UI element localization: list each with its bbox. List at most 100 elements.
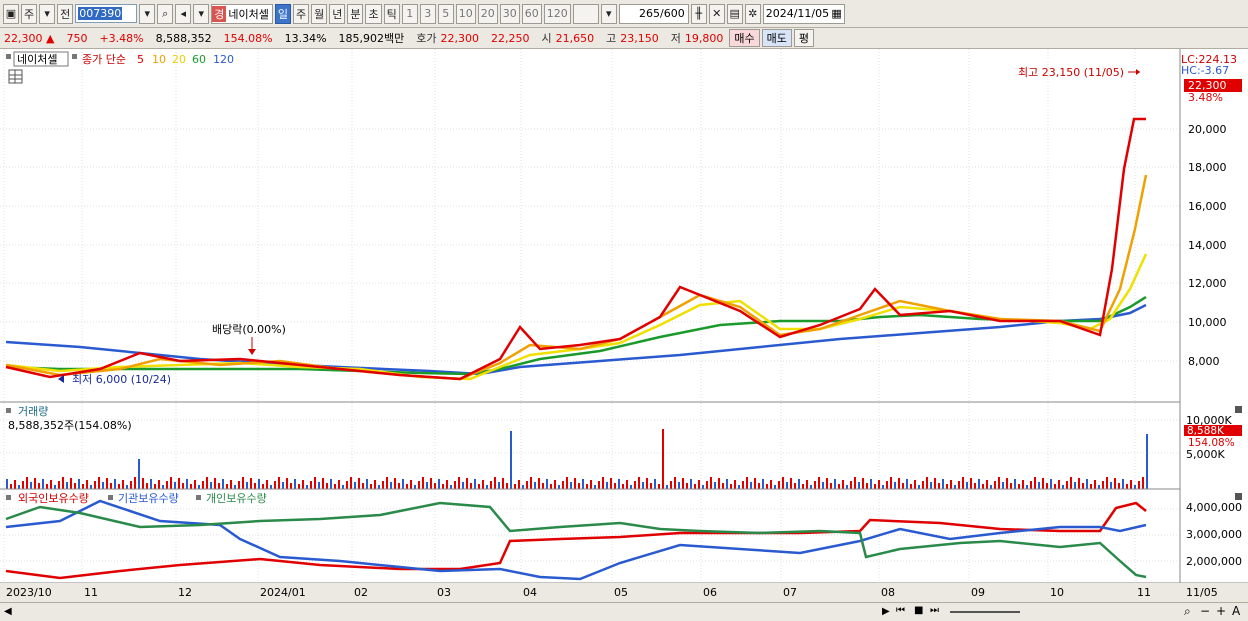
- volume-bar: [942, 479, 944, 489]
- eval-button[interactable]: 평: [793, 29, 815, 47]
- volume-bar: [30, 482, 32, 489]
- volume-bar: [138, 459, 140, 489]
- volume-bar: [206, 477, 208, 489]
- period-second[interactable]: 초: [365, 3, 382, 24]
- interval-1[interactable]: 1: [401, 3, 418, 24]
- volume-bar: [1086, 479, 1088, 489]
- zoom-in-icon[interactable]: +: [1216, 604, 1226, 618]
- volume-bar: [490, 481, 492, 489]
- interval-60[interactable]: 60: [521, 3, 542, 24]
- stock-name-box[interactable]: 경 네이처셀: [211, 3, 273, 24]
- interval-dropdown-icon[interactable]: ▾: [600, 3, 617, 24]
- scroll-right-icon[interactable]: ▶: [882, 606, 890, 617]
- interval-3[interactable]: 3: [419, 3, 436, 24]
- period-month[interactable]: 월: [311, 3, 328, 24]
- volume-bar: [530, 477, 532, 489]
- volume-bar: [110, 483, 112, 489]
- font-size-icon[interactable]: A: [1232, 604, 1240, 618]
- count-value: 265: [639, 7, 661, 20]
- volume-bar: [126, 485, 128, 489]
- period-year[interactable]: 년: [329, 3, 346, 24]
- volume-bar: [994, 481, 996, 489]
- volume-bar: [630, 485, 632, 489]
- stop-icon[interactable]: ■: [914, 605, 923, 616]
- tools-icon[interactable]: ✕: [708, 3, 725, 24]
- count-field[interactable]: 265/600: [618, 3, 689, 24]
- save-icon[interactable]: ▤: [726, 3, 743, 24]
- price-tick: 18,000: [1188, 161, 1227, 174]
- interval-30[interactable]: 30: [499, 3, 520, 24]
- change: 750: [66, 31, 88, 45]
- type-select[interactable]: 주: [21, 3, 38, 24]
- volume-bar: [1118, 483, 1120, 489]
- period-day[interactable]: 일: [274, 3, 291, 24]
- prev-button[interactable]: 전: [57, 3, 74, 24]
- gear-icon[interactable]: ✲: [744, 3, 761, 24]
- volume-bar: [1042, 478, 1044, 489]
- volume-bar: [402, 479, 404, 489]
- type-dropdown-icon[interactable]: ▾: [39, 3, 56, 24]
- sell-button[interactable]: 매도: [761, 29, 792, 47]
- volume-bar: [654, 479, 656, 489]
- close-panel-icon[interactable]: [1235, 406, 1242, 413]
- volume-bar: [658, 484, 660, 489]
- volume-bar: [278, 477, 280, 489]
- interval-20[interactable]: 20: [477, 3, 498, 24]
- zoom-out-icon[interactable]: −: [1200, 604, 1210, 618]
- volume-bar: [674, 477, 676, 489]
- volume-bar: [978, 479, 980, 489]
- volume-bar: [782, 477, 784, 489]
- scroll-left-icon[interactable]: ◀: [4, 606, 12, 617]
- window-menu-icon[interactable]: ▣: [3, 3, 19, 24]
- up-arrow-icon: ▲: [46, 31, 55, 45]
- open-price: 21,650: [555, 31, 595, 45]
- chart-area[interactable]: 네이처셀 종가 단순 5 10 20 60 120 최고 23,150 (11/…: [0, 49, 1248, 602]
- volume-bar: [106, 478, 108, 489]
- current-price: 22,300 ▲: [4, 31, 55, 45]
- interval-custom-input[interactable]: [572, 3, 599, 24]
- candle-icon[interactable]: ╫: [690, 3, 707, 24]
- x-axis-label: 11: [1137, 586, 1151, 599]
- code-dropdown-icon[interactable]: ▾: [139, 3, 156, 24]
- stock-code-input[interactable]: 007390: [75, 4, 138, 23]
- period-week[interactable]: 주: [292, 3, 310, 24]
- volume-bar: [986, 480, 988, 489]
- zoom-slider[interactable]: [950, 611, 1020, 613]
- speaker-dropdown-icon[interactable]: ▾: [193, 3, 210, 24]
- speaker-icon[interactable]: ◂: [175, 3, 192, 24]
- calendar-icon[interactable]: ▦: [831, 7, 841, 20]
- volume-bar: [814, 481, 816, 489]
- volume-value: 8,588,352주(154.08%): [8, 419, 132, 432]
- volume-bar: [1006, 478, 1008, 489]
- period-minute[interactable]: 분: [347, 3, 364, 24]
- volume-bar: [826, 478, 828, 489]
- period-tick[interactable]: 틱: [383, 3, 400, 24]
- volume-bar: [1146, 434, 1148, 489]
- zoom-icon[interactable]: ⌕: [1184, 604, 1191, 619]
- interval-5[interactable]: 5: [437, 3, 454, 24]
- interval-120[interactable]: 120: [543, 3, 571, 24]
- prev-page-icon[interactable]: ⏮: [896, 605, 905, 616]
- volume-bar: [542, 483, 544, 489]
- chart-svg[interactable]: 네이처셀 종가 단순 5 10 20 60 120 최고 23,150 (11/…: [0, 49, 1248, 602]
- volume-bar: [130, 481, 132, 489]
- search-icon[interactable]: ⌕: [157, 3, 174, 24]
- volume-bar: [218, 483, 220, 489]
- volume-bar: [38, 483, 40, 489]
- buy-button[interactable]: 매수: [729, 29, 760, 47]
- volume-last-tag-text: 8,588K: [1187, 425, 1225, 437]
- volume-bar: [474, 479, 476, 489]
- stock-name: 네이처셀: [228, 7, 269, 21]
- chart-scrollbar[interactable]: ◀ ▶ ⏮ ■ ⏭ ⌕ − + A: [0, 602, 1248, 621]
- close-panel-icon[interactable]: [1235, 493, 1242, 500]
- volume-bar: [1002, 482, 1004, 489]
- volume-bar: [554, 480, 556, 489]
- legend-square-icon: [108, 495, 113, 500]
- change-rate: +3.48%: [99, 31, 144, 45]
- low-price: 19,800: [684, 31, 724, 45]
- interval-10[interactable]: 10: [455, 3, 476, 24]
- ma-label: 종가 단순: [82, 53, 126, 66]
- next-page-icon[interactable]: ⏭: [930, 605, 939, 616]
- date-field[interactable]: 2024/11/05 ▦: [762, 3, 845, 24]
- volume-bar: [214, 478, 216, 489]
